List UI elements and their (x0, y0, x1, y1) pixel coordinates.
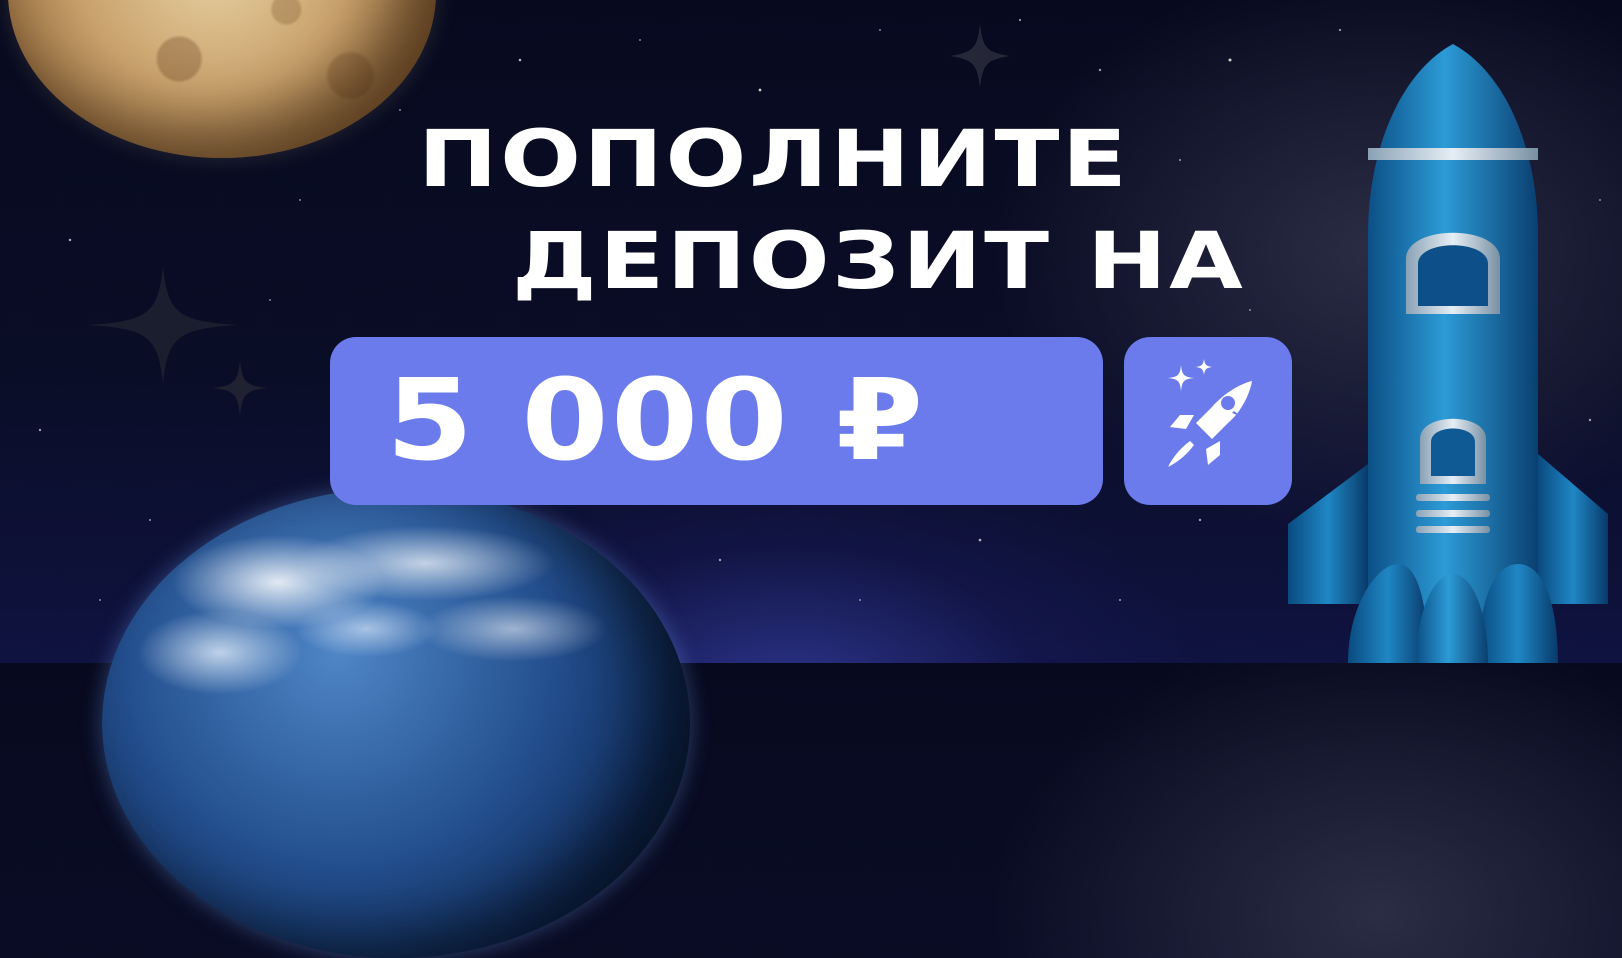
earth-planet-image (102, 488, 690, 958)
headline-line-2: ДЕПОЗИТ НА (512, 217, 1246, 307)
promo-banner: ПОПОЛНИТЕ ДЕПОЗИТ НА 5 000 ₽ (0, 0, 1622, 958)
deposit-amount: 5 000 ₽ (386, 356, 926, 486)
rocket-gift-icon (1168, 359, 1252, 467)
headline-line-1: ПОПОЛНИТЕ (418, 115, 1130, 205)
sparkle-star-icon (212, 360, 268, 416)
spaceship-rocket-image (1288, 44, 1608, 663)
rocket-badge (1124, 337, 1292, 505)
deposit-amount-pill: 5 000 ₽ (330, 337, 1103, 505)
